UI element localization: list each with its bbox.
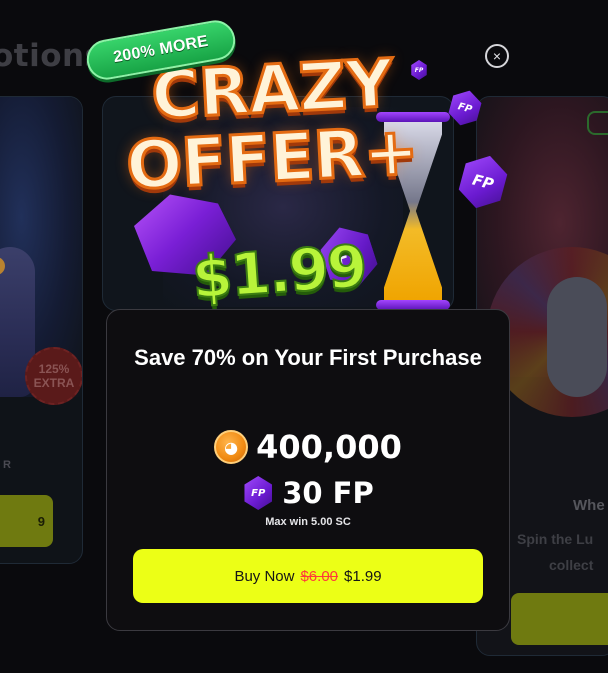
card-title: Whe (573, 497, 605, 514)
coins-reward: ◕ 400,000 (107, 428, 509, 466)
buy-now-label: Buy Now (234, 567, 295, 585)
max-win-text: Max win 5.00 SC (265, 516, 351, 528)
offer-panel: Save 70% on Your First Purchase ◕ 400,00… (106, 309, 510, 631)
new-price: $1.99 (344, 567, 382, 585)
coin-icon: ◕ (214, 430, 249, 464)
card-subtext: R (3, 459, 11, 471)
card-tag (587, 111, 608, 135)
fp-coin-icon: FP (244, 476, 272, 510)
close-icon: × (492, 48, 502, 64)
coins-amount: 400,000 (256, 428, 402, 466)
headline-line2: OFFER+ (123, 111, 421, 206)
card-description-line2: collect (549, 557, 594, 573)
card-action-button[interactable] (511, 593, 608, 645)
offer-title: Save 70% on Your First Purchase (134, 345, 482, 370)
fp-coin-label: FP (251, 487, 266, 499)
offer-headline: CRAZY OFFER+ (122, 43, 422, 206)
buy-now-button[interactable]: Buy Now $6.00 $1.99 (133, 549, 483, 603)
fp-coin-label: FP (456, 100, 474, 116)
promo-price: $1.99 (189, 231, 369, 313)
fp-coin-label: FP (470, 170, 496, 194)
card-description-line1: Spin the Lu (517, 531, 594, 547)
promo-card-left[interactable]: 125% EXTRA R 9 (0, 96, 83, 564)
bunny-illustration (547, 277, 607, 397)
close-button[interactable]: × (485, 44, 509, 68)
fp-reward: FP 30 FP (107, 476, 509, 510)
card-buy-button[interactable]: 9 (0, 495, 53, 547)
old-price: $6.00 (300, 567, 339, 585)
fp-amount: 30 FP (282, 476, 374, 510)
extra-badge: 125% EXTRA (25, 347, 82, 405)
extra-badge-text: 125% EXTRA (33, 362, 75, 390)
